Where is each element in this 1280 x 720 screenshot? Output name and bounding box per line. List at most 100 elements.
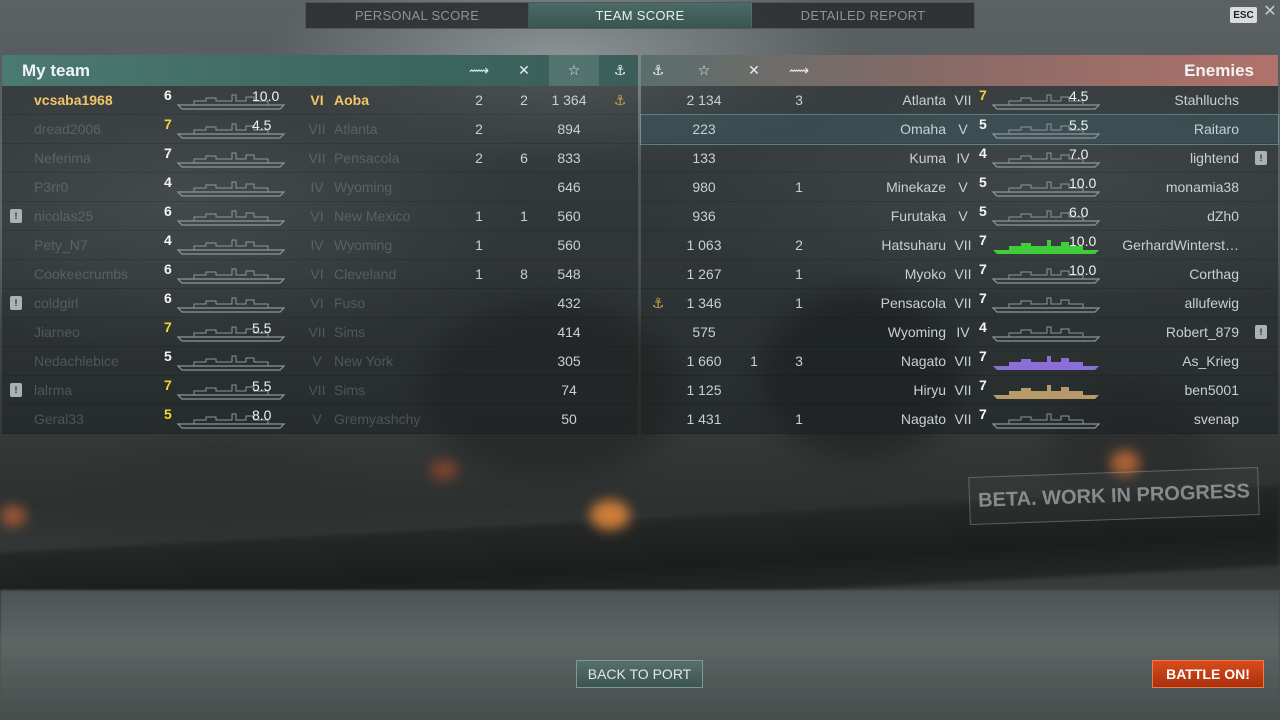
ship-tier-number: 6 <box>164 261 172 277</box>
player-name[interactable]: Raitaro <box>1091 121 1239 137</box>
ship-tier-number: 7 <box>164 116 172 132</box>
enemies-header: ⚓ ☆ ✕ ⟿ Enemies <box>641 55 1278 86</box>
ship-tier-number: 5 <box>164 348 172 364</box>
player-name[interactable]: Jiarneo <box>34 324 164 340</box>
ship-name: Gremyashchy <box>334 411 421 427</box>
stat-col-1: 2 <box>475 92 483 108</box>
esc-key-badge[interactable]: ESC <box>1230 7 1257 23</box>
ship-name: Minekaze <box>886 179 946 195</box>
torpedo-icon[interactable]: ⟿ <box>454 55 504 86</box>
player-row[interactable]: Neferima 7 VII Pensacola 2 6 833 <box>2 144 638 173</box>
player-row[interactable]: ! Robert_879 4 IV Wyoming 575 <box>641 318 1278 347</box>
player-row[interactable]: dZh0 5 6.0 V Furutaka 936 <box>641 202 1278 231</box>
ship-tier-number: 7 <box>164 377 172 393</box>
player-name[interactable]: ben5001 <box>1091 382 1239 398</box>
player-name[interactable]: lightend <box>1091 150 1239 166</box>
tab-team-score[interactable]: TEAM SCORE <box>529 3 752 28</box>
player-name[interactable]: Corthag <box>1091 266 1239 282</box>
tab-detailed-report[interactable]: DETAILED REPORT <box>752 3 974 28</box>
ship-silhouette <box>176 207 286 230</box>
player-row[interactable]: Pety_N7 4 IV Wyoming 1 560 <box>2 231 638 260</box>
player-name[interactable]: svenap <box>1091 411 1239 427</box>
anchor-icon[interactable]: ⚓ <box>633 55 683 86</box>
torpedo-icon[interactable]: ⟿ <box>774 55 824 86</box>
player-row[interactable]: Raitaro 5 5.5 V Omaha 223 <box>640 114 1279 145</box>
ship-silhouette <box>176 265 286 288</box>
close-icon[interactable]: ✕ <box>1262 4 1278 20</box>
player-row[interactable]: ! lalrma 7 5.5 VII Sims 74 <box>2 376 638 405</box>
ship-silhouette-icon <box>991 326 1101 342</box>
player-row[interactable]: Jiarneo 7 5.5 VII Sims 414 <box>2 318 638 347</box>
player-row[interactable]: dread2006 7 4.5 VII Atlanta 2 894 <box>2 115 638 144</box>
report-icon[interactable]: ! <box>10 383 22 397</box>
ship-tier-roman: VII <box>954 266 972 282</box>
ship-tier-number: 6 <box>164 203 172 219</box>
player-row[interactable]: Geral33 5 8.0 V Gremyashchy 50 <box>2 405 638 434</box>
star-icon[interactable]: ☆ <box>679 55 729 86</box>
player-row[interactable]: ! lightend 4 7.0 IV Kuma 133 <box>641 144 1278 173</box>
ship-tier-roman: VII <box>308 382 326 398</box>
ship-tier-roman: V <box>958 121 968 137</box>
report-icon[interactable]: ! <box>1255 325 1267 339</box>
player-rating: 10.0 <box>1069 262 1097 278</box>
cross-swords-icon[interactable]: ✕ <box>729 55 779 86</box>
player-name[interactable]: vcsaba1968 <box>34 92 164 108</box>
player-row[interactable]: allufewig 7 VII Pensacola 1 1 346 ⚓ <box>641 289 1278 318</box>
star-icon[interactable]: ☆ <box>549 55 599 86</box>
report-icon[interactable]: ! <box>1255 151 1267 165</box>
ship-tier-number: 4 <box>164 174 172 190</box>
player-name[interactable]: nicolas25 <box>34 208 164 224</box>
player-name[interactable]: lalrma <box>34 382 164 398</box>
player-name[interactable]: dZh0 <box>1091 208 1239 224</box>
player-row[interactable]: Cookeecrumbs 6 VI Cleveland 1 8 548 <box>2 260 638 289</box>
player-row[interactable]: Nedachlebice 5 V New York 305 <box>2 347 638 376</box>
player-row[interactable]: monamia38 5 10.0 V Minekaze 1 980 <box>641 173 1278 202</box>
ship-tier-roman: V <box>958 179 968 195</box>
player-name[interactable]: allufewig <box>1091 295 1239 311</box>
ship-name: Myoko <box>904 266 946 282</box>
player-rating: 10.0 <box>1069 233 1097 249</box>
ship-tier-number: 5 <box>979 203 987 219</box>
player-row[interactable]: ben5001 7 VII Hiryu 1 125 <box>641 376 1278 405</box>
player-row[interactable]: ! coldgirl 6 VI Fuso 432 <box>2 289 638 318</box>
stat-col-1: 1 <box>795 179 803 195</box>
player-name[interactable]: P3rr0 <box>34 179 164 195</box>
player-name[interactable]: Nedachlebice <box>34 353 164 369</box>
ship-tier-number: 7 <box>979 87 987 103</box>
ship-silhouette-icon <box>176 152 286 168</box>
player-name[interactable]: Robert_879 <box>1091 324 1239 340</box>
report-icon[interactable]: ! <box>10 209 22 223</box>
player-row[interactable]: Stahlluchs 7 4.5 VII Atlanta 3 2 134 <box>641 86 1278 115</box>
player-name[interactable]: dread2006 <box>34 121 164 137</box>
player-row[interactable]: GerhardWinterst… 7 10.0 VII Hatsuharu 2 1 063 <box>641 231 1278 260</box>
stat-col-1: 2 <box>475 121 483 137</box>
ship-tier-roman: V <box>312 353 322 369</box>
player-name[interactable]: GerhardWinterst… <box>1091 237 1239 253</box>
stat-col-3: 414 <box>557 324 581 340</box>
back-to-port-button[interactable]: BACK TO PORT <box>576 660 703 688</box>
stat-col-3: 305 <box>557 353 581 369</box>
player-name[interactable]: Stahlluchs <box>1091 92 1239 108</box>
player-name[interactable]: Neferima <box>34 150 164 166</box>
ship-tier-roman: VII <box>308 121 326 137</box>
base-capture-mark: ⚓ <box>613 92 627 108</box>
cross-swords-icon[interactable]: ✕ <box>499 55 549 86</box>
player-row[interactable]: ! nicolas25 6 VI New Mexico 1 1 560 <box>2 202 638 231</box>
tab-personal-score[interactable]: PERSONAL SCORE <box>306 3 529 28</box>
player-row[interactable]: Corthag 7 10.0 VII Myoko 1 1 267 <box>641 260 1278 289</box>
player-row[interactable]: P3rr0 4 IV Wyoming 646 <box>2 173 638 202</box>
enemies-panel: ⚓ ☆ ✕ ⟿ Enemies Stahlluchs 7 4.5 VII Atlanta… <box>640 55 1279 434</box>
battle-on-button[interactable]: BATTLE ON! <box>1152 660 1264 688</box>
ship-tier-number: 6 <box>164 290 172 306</box>
my-team-header: My team ⟿ ✕ ☆ ⚓ <box>2 55 638 86</box>
player-name[interactable]: coldgirl <box>34 295 164 311</box>
report-icon[interactable]: ! <box>10 296 22 310</box>
player-name[interactable]: Cookeecrumbs <box>34 266 164 282</box>
player-name[interactable]: As_Krieg <box>1091 353 1239 369</box>
player-name[interactable]: Geral33 <box>34 411 164 427</box>
player-name[interactable]: monamia38 <box>1091 179 1239 195</box>
player-row[interactable]: As_Krieg 7 VII Nagato 3 1 1 660 <box>641 347 1278 376</box>
player-row[interactable]: svenap 7 VII Nagato 1 1 431 <box>641 405 1278 434</box>
player-row[interactable]: vcsaba1968 6 10.0 VI Aoba 2 2 1 364 ⚓ <box>2 86 638 115</box>
player-name[interactable]: Pety_N7 <box>34 237 164 253</box>
